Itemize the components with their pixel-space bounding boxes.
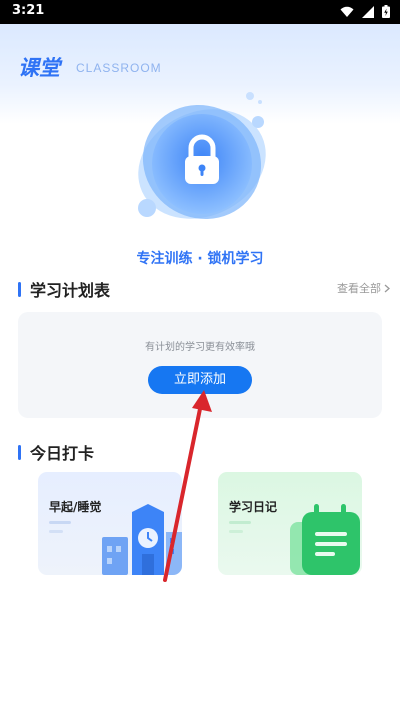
decor-line	[229, 530, 243, 533]
see-all-link[interactable]: 查看全部	[337, 280, 390, 296]
checkin-section-label: 今日打卡	[30, 444, 95, 463]
signal-icon	[362, 5, 374, 18]
wifi-icon	[340, 6, 354, 17]
add-plan-button[interactable]: 立即添加	[148, 366, 252, 394]
lock-icon[interactable]	[130, 88, 274, 232]
status-bar: 3:21	[0, 0, 400, 24]
checkin-card-study-diary[interactable]: 学习日记	[218, 472, 362, 575]
checkin-section-title: 今日打卡	[18, 440, 94, 464]
notebook-icon	[290, 504, 360, 575]
see-all-label: 查看全部	[337, 282, 381, 295]
hero-tagline: 专注训练 · 锁机学习	[136, 251, 264, 267]
page-subtitle: CLASSROOM	[76, 61, 162, 75]
status-icons	[340, 5, 390, 18]
status-time: 3:21	[12, 3, 45, 18]
battery-icon	[382, 5, 390, 18]
plan-section-title: 学习计划表	[18, 277, 110, 301]
chevron-right-icon	[384, 284, 390, 292]
plan-section-label: 学习计划表	[30, 281, 111, 300]
plan-empty-hint: 有计划的学习更有效率哦	[145, 342, 255, 353]
plan-empty-card: 有计划的学习更有效率哦 立即添加	[18, 312, 382, 418]
card-label: 学习日记	[229, 500, 278, 514]
section-accent-bar	[18, 281, 21, 297]
decor-line	[49, 530, 63, 533]
section-accent-bar	[18, 444, 21, 460]
clock-building-icon	[102, 504, 182, 575]
decor-line	[229, 521, 251, 524]
checkin-card-early-sleep[interactable]: 早起/睡觉	[38, 472, 182, 575]
page-title: 课堂	[18, 56, 60, 80]
card-label: 早起/睡觉	[49, 500, 102, 514]
decor-line	[49, 521, 71, 524]
